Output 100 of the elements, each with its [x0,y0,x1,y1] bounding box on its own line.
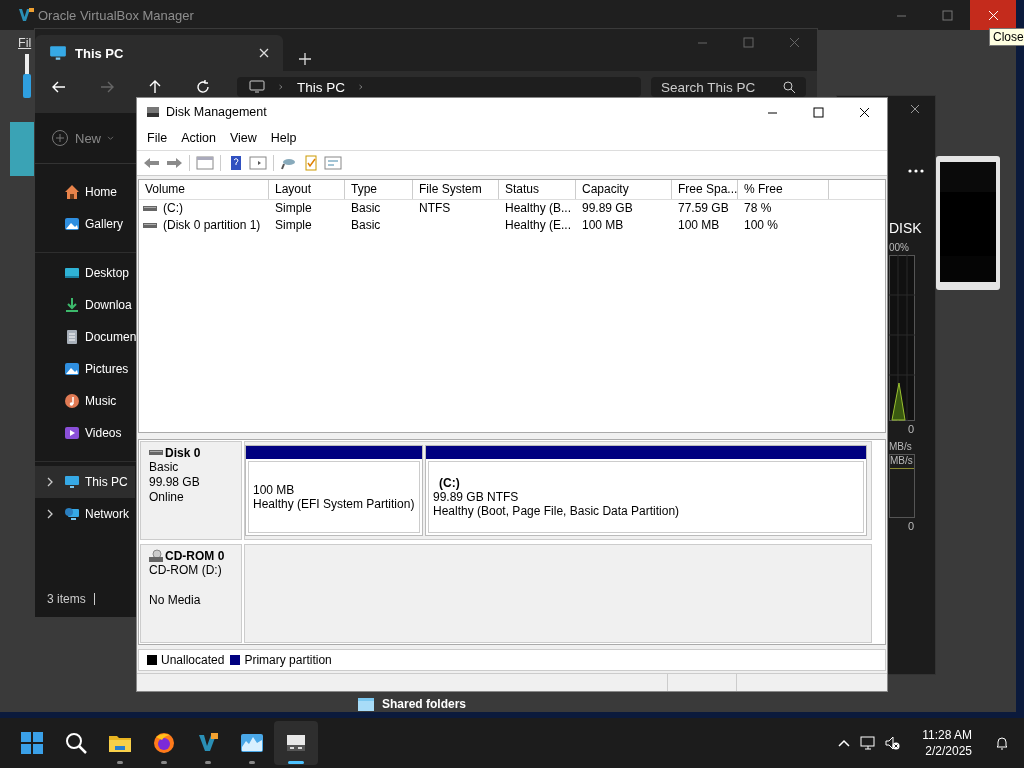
network-icon [64,506,80,522]
sidebar-item[interactable]: Home [35,176,135,208]
drive-icon [143,204,157,213]
column-header[interactable]: Layout [269,180,345,199]
disk-detail: 99.98 GB [149,475,200,489]
muted-speaker-icon[interactable] [884,735,901,751]
partition-size: 100 MB [253,483,296,497]
taskbar-button[interactable] [274,721,318,765]
menu-item[interactable]: File [140,129,175,147]
close-icon [858,106,870,118]
sidebar-item[interactable]: Network [35,498,135,530]
column-header[interactable]: Volume [139,180,269,199]
sidebar-item[interactable]: This PC [35,466,135,498]
maximize-icon [742,36,754,48]
table-cell-text: Basic [350,218,381,232]
table-cell-text: (C:) [162,200,183,217]
table-cell-text: Simple [274,218,312,232]
plus-circle-icon [51,129,69,147]
home-icon [64,184,80,200]
axis-label: 00% [889,242,910,253]
axis-label: MB/s [889,441,913,452]
partition-block[interactable]: 100 MB Healthy (EFI System Partition) [245,445,423,536]
address-bar[interactable]: This PC [237,77,641,97]
axis-label: 0 [908,520,916,532]
tab[interactable]: This PC [35,35,283,71]
sidebar-item[interactable]: Desktop [35,257,135,289]
breadcrumb-item[interactable]: This PC [297,79,345,95]
sidebar-item[interactable]: Pictures [35,353,135,385]
window-title: Disk Management [166,105,267,119]
sidebar-item[interactable]: Gallery [35,208,135,240]
legend-label: Unallocated [161,653,225,667]
menu-item[interactable]: Help [263,129,304,147]
status-text: 3 items [47,592,86,606]
table-cell-text: 100 % [743,218,779,232]
videos-icon [64,425,80,441]
monitor-icon [49,44,67,62]
sidebar-item[interactable]: Music [35,385,135,417]
partition-block[interactable]: (C:) 99.89 GB NTFS Healthy (Boot, Page File, Basic Data Partition) [425,445,867,536]
search-field[interactable]: Search This PC [651,77,806,97]
new-button[interactable]: New [51,129,114,147]
plus-icon [299,53,311,65]
table-cell-text: NTFS [418,201,451,215]
monitor-icon [249,79,265,95]
checklist-icon[interactable] [302,155,320,171]
table-cell-text: 100 MB [677,218,720,232]
folder-icon [358,697,374,711]
refresh-icon [195,79,211,95]
disk-detail: Basic [149,460,179,474]
sidebar-item[interactable]: Documen [35,321,135,353]
pc-icon [64,474,80,490]
column-header[interactable]: Status [499,180,576,199]
downloads-icon [64,297,80,313]
back-arrow-icon [51,79,67,95]
menu-item[interactable]: View [222,129,264,147]
drive-icon [143,221,157,230]
notification-icon[interactable] [994,735,1010,751]
disk-detail: No Media [149,593,201,607]
gallery-icon [64,216,80,232]
disk-name: Disk 0 [165,446,201,460]
window-title: Oracle VirtualBox Manager [38,7,194,23]
chevron-right-icon[interactable] [45,509,55,519]
more-icon [908,169,924,173]
tooltip: Close [989,28,1024,46]
table-cell-text: 77.59 GB [677,201,729,215]
network-icon[interactable] [860,735,877,751]
sidebar-item[interactable]: Downloa [35,289,135,321]
close-icon [987,9,999,21]
close-button[interactable] [970,0,1016,30]
partition-size: 99.89 GB NTFS [433,490,520,504]
axis-label: 0 [908,423,916,435]
column-header[interactable]: % Free [738,180,829,199]
search-icon [64,731,88,755]
partition-status: Healthy (EFI System Partition) [253,497,415,511]
table-cell-text: (Disk 0 partition 1) [162,217,261,234]
table-cell-text: Basic [350,201,381,215]
sidebar-item[interactable]: Videos [35,417,135,449]
desktop-icon [64,265,80,281]
windows-logo-icon [20,731,44,755]
menu-item[interactable]: Fil [18,36,32,50]
menu-item[interactable]: Action [174,129,223,147]
drive-icon [146,105,160,119]
column-header[interactable]: Type [345,180,413,199]
close-icon [788,36,800,48]
chevron-right-icon[interactable] [45,477,55,487]
maximize-icon [812,106,824,118]
legend-label: Primary partition [244,653,332,667]
forward-button[interactable] [165,155,183,171]
panel-title: DISK [889,220,923,236]
column-header[interactable]: File System [413,180,499,199]
column-header[interactable]: Free Spa... [672,180,738,199]
table-cell-text: Healthy (B... [504,201,572,215]
table-cell-text: Healthy (E... [504,218,572,232]
clock[interactable]: 11:28 AM 2/2/2025 [916,726,978,760]
tool-icon [22,54,32,98]
table-cell-text: 99.89 GB [581,201,633,215]
chevron-down-icon [107,135,114,141]
column-header[interactable]: Capacity [576,180,672,199]
music-icon [64,393,80,409]
table-cell-text: Simple [274,201,312,215]
drive-icon [149,449,163,457]
